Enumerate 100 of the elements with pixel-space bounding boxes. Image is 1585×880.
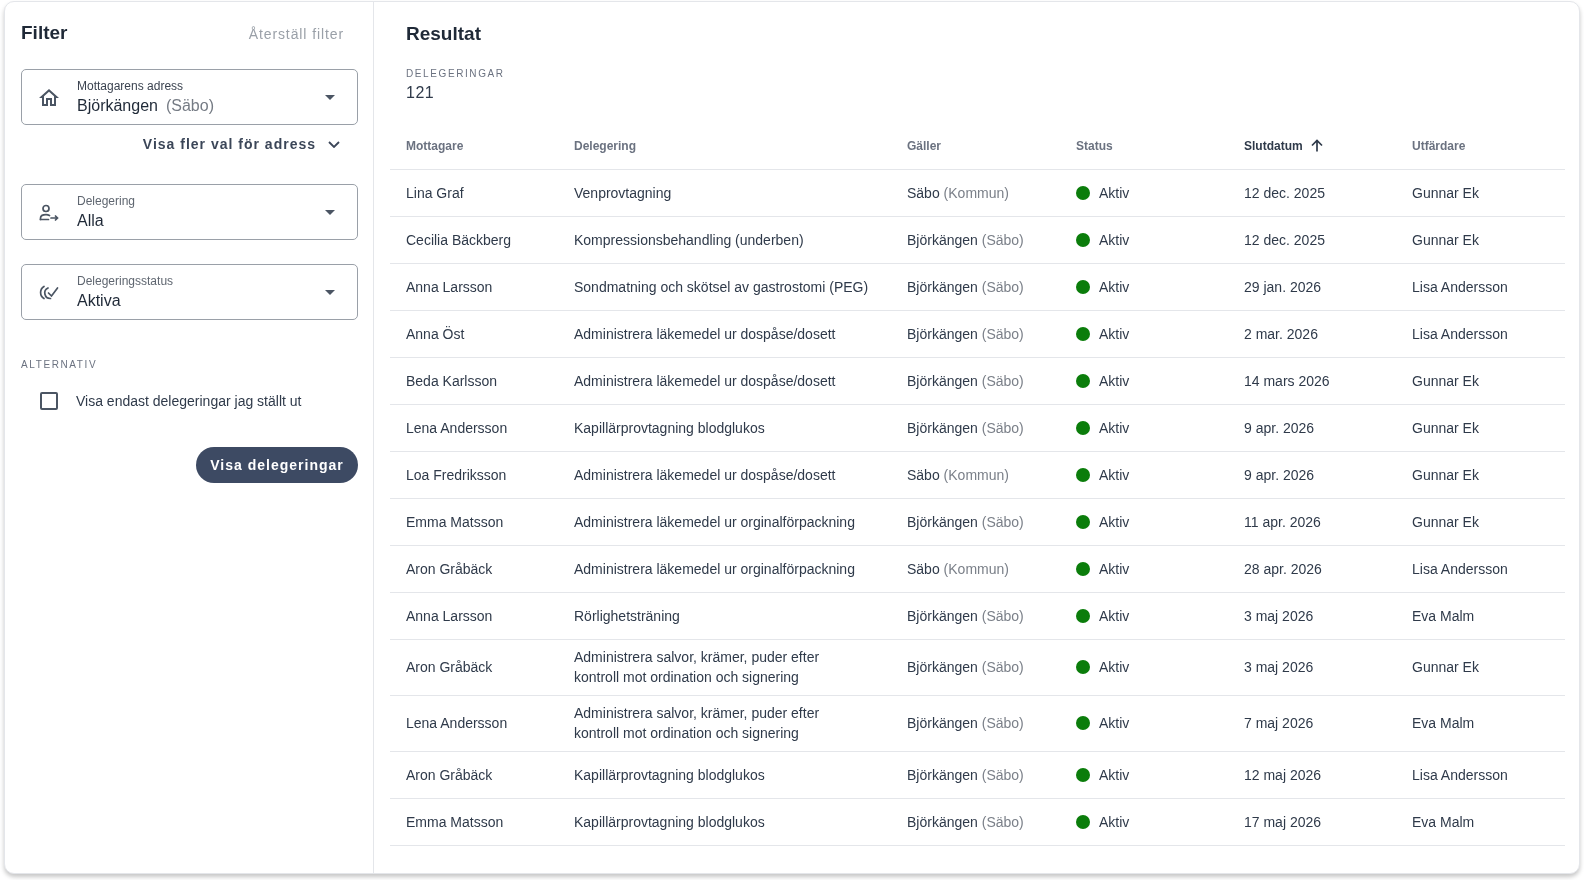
table-cell: Gunnar Ek — [1412, 231, 1479, 248]
table-cell: Björkängen (Säbo) — [907, 231, 1024, 248]
table-cell: Beda Karlsson — [406, 372, 498, 389]
field-value: Aktiva — [77, 291, 122, 310]
table-cell: Björkängen (Säbo) — [907, 419, 1024, 436]
table-cell: Kapillärprovtagning blodglukos — [574, 419, 765, 436]
table-cell: 29 jan. 2026 — [1244, 278, 1322, 295]
table-cell: Lena Andersson — [406, 715, 508, 731]
arrow-up-icon — [1310, 139, 1323, 152]
dropdown-caret-icon — [325, 209, 335, 215]
table-cell: Administrera läkemedel ur dospåse/dosett — [574, 466, 836, 483]
table-cell: Cecilia Bäckberg — [406, 231, 512, 248]
table-cell: Administrera salvor, krämer, puder efter kontroll mot ordination och signering — [574, 649, 820, 685]
table-cell: Rörlighetsträning — [574, 607, 680, 624]
more-address-options-link[interactable]: Visa fler val för adress — [142, 134, 340, 154]
table-cell: Lena Andersson — [406, 419, 508, 436]
status-text: Aktiv — [1099, 606, 1130, 626]
table-cell: Aron Gråbäck — [406, 560, 493, 577]
column-header[interactable]: Status — [1060, 123, 1228, 170]
column-header[interactable]: Gäller — [891, 123, 1060, 170]
table-cell: Björkängen (Säbo) — [907, 325, 1024, 342]
table-cell: Gunnar Ek — [1412, 513, 1479, 530]
status-text: Aktiv — [1099, 812, 1130, 832]
column-header[interactable]: Utfärdare — [1396, 123, 1565, 170]
table-cell: Säbo (Kommun) — [907, 466, 1009, 483]
count-label: DELEGERINGAR — [406, 68, 505, 80]
status-select[interactable]: Delegeringsstatus Aktiva — [21, 264, 358, 320]
table-cell: Kapillärprovtagning blodglukos — [574, 766, 765, 783]
table-cell: Björkängen (Säbo) — [907, 278, 1024, 295]
status-text: Aktiv — [1099, 418, 1130, 438]
table-cell: Gunnar Ek — [1412, 466, 1479, 483]
field-label: Mottagarens adress — [77, 79, 185, 93]
table-cell: Kompressionsbehandling (underben) — [574, 231, 804, 248]
table-cell: Anna Larsson — [406, 607, 493, 624]
person-arrow-icon — [39, 203, 59, 221]
dropdown-caret-icon — [325, 94, 335, 100]
results-title: Resultat — [406, 22, 481, 46]
table-cell: 9 apr. 2026 — [1244, 466, 1315, 483]
column-header[interactable]: Slutdatum — [1228, 123, 1396, 170]
check-arcs-icon — [39, 283, 59, 301]
chevron-down-icon — [328, 140, 340, 148]
table-cell: Loa Fredriksson — [406, 466, 507, 483]
table-cell: Administrera läkemedel ur orginalförpackning — [574, 560, 855, 577]
table-cell: Administrera läkemedel ur dospåse/dosett — [574, 372, 836, 389]
table-cell: 3 maj 2026 — [1244, 659, 1314, 675]
table-cell: 2 mar. 2026 — [1244, 325, 1318, 342]
table-cell: Lina Graf — [406, 184, 464, 201]
table-cell: 3 maj 2026 — [1244, 607, 1314, 624]
home-icon — [39, 88, 59, 106]
table-cell: Säbo (Kommun) — [907, 560, 1009, 577]
table-cell: Björkängen (Säbo) — [907, 659, 1024, 675]
field-label: Delegering — [77, 194, 137, 208]
count-value: 121 — [406, 83, 435, 103]
table-cell: Björkängen (Säbo) — [907, 766, 1024, 783]
status-text: Aktiv — [1099, 658, 1130, 677]
table-cell: 9 apr. 2026 — [1244, 419, 1315, 436]
table-cell: 12 dec. 2025 — [1244, 231, 1325, 248]
address-select[interactable]: Mottagarens adress Björkängen (Säbo) — [21, 69, 358, 125]
table-cell: Kapillärprovtagning blodglukos — [574, 813, 765, 830]
table-cell: Anna Öst — [406, 325, 465, 342]
column-header[interactable]: Mottagare — [390, 123, 558, 170]
table-cell: Aron Gråbäck — [406, 659, 493, 675]
table-cell: Anna Larsson — [406, 278, 493, 295]
checkbox-label: Visa endast delegeringar jag ställt ut — [76, 393, 302, 409]
table-cell: Gunnar Ek — [1412, 184, 1479, 201]
table-cell: Lisa Andersson — [1412, 325, 1508, 342]
table-cell: Gunnar Ek — [1412, 372, 1479, 389]
table-cell: Eva Malm — [1412, 715, 1475, 731]
table-cell: Venprovtagning — [574, 184, 672, 201]
show-delegations-button[interactable]: Visa delegeringar — [196, 447, 358, 483]
status-text: Aktiv — [1099, 465, 1130, 485]
table-cell: Emma Matsson — [406, 513, 504, 530]
table-cell: Säbo (Kommun) — [907, 184, 1009, 201]
field-label: Delegeringsstatus — [77, 274, 175, 288]
status-text: Aktiv — [1099, 324, 1130, 344]
table-cell: Lisa Andersson — [1412, 560, 1508, 577]
table-cell: Björkängen (Säbo) — [907, 813, 1024, 830]
status-text: Aktiv — [1099, 512, 1130, 532]
table-cell: Administrera salvor, krämer, puder efter kontroll mot ordination och signering — [574, 705, 820, 741]
table-cell: Administrera läkemedel ur dospåse/dosett — [574, 325, 836, 342]
table-cell: 17 maj 2026 — [1244, 813, 1322, 830]
table-cell: Emma Matsson — [406, 813, 504, 830]
table-cell: Björkängen (Säbo) — [907, 513, 1024, 530]
status-text: Aktiv — [1099, 765, 1130, 785]
column-header[interactable]: Delegering — [558, 123, 891, 170]
checkbox[interactable] — [40, 392, 58, 410]
table-cell: Administrera läkemedel ur orginalförpackning — [574, 513, 855, 530]
table-cell: Björkängen (Säbo) — [907, 715, 1024, 731]
status-text: Aktiv — [1099, 559, 1130, 579]
dropdown-caret-icon — [325, 289, 335, 295]
table-cell: 14 mars 2026 — [1244, 372, 1330, 389]
table-cell: Aron Gråbäck — [406, 766, 493, 783]
table-cell: Björkängen (Säbo) — [907, 607, 1024, 624]
table-cell: Lisa Andersson — [1412, 766, 1508, 783]
table-cell: Björkängen (Säbo) — [907, 372, 1024, 389]
table-cell: Gunnar Ek — [1412, 659, 1479, 675]
status-text: Aktiv — [1099, 714, 1130, 733]
table-cell: Sondmatning och skötsel av gastrostomi (PEG) — [574, 278, 869, 295]
delegation-select[interactable]: Delegering Alla — [21, 184, 358, 240]
status-text: Aktiv — [1099, 230, 1130, 250]
